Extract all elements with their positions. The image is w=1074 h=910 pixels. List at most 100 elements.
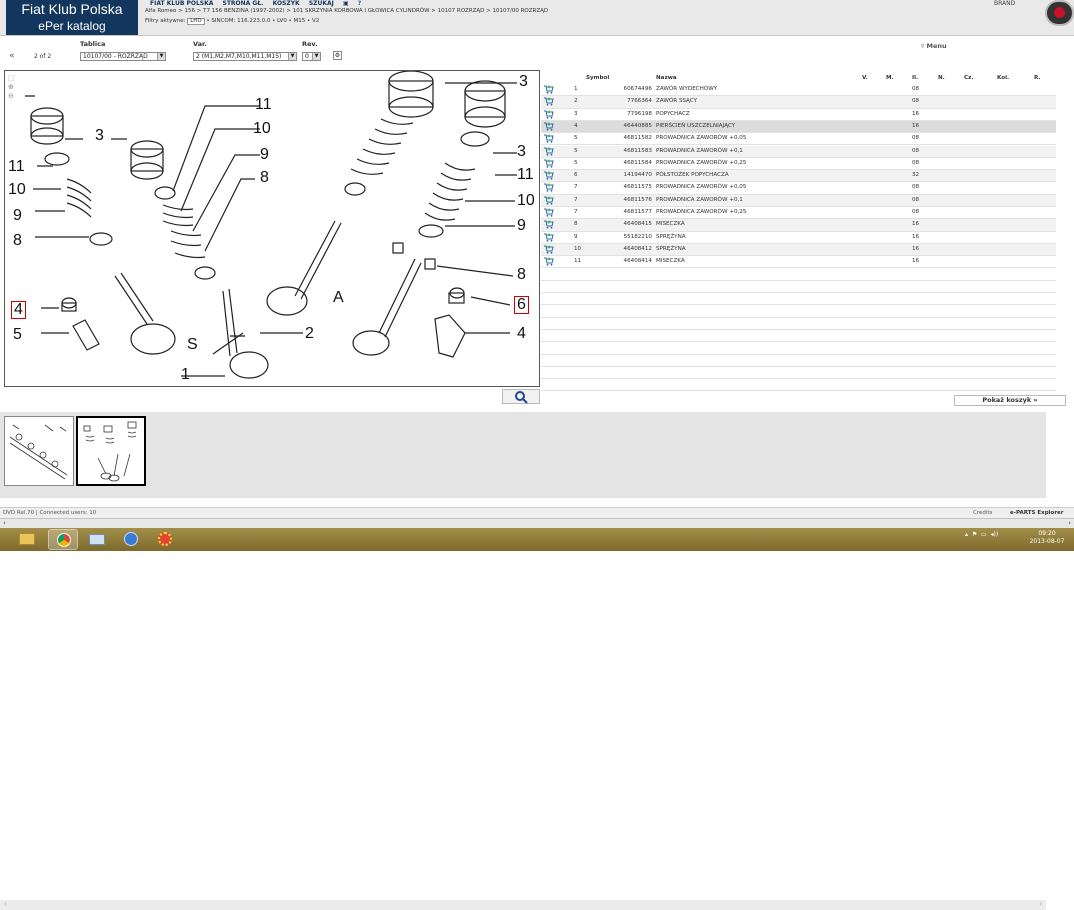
add-to-cart-icon[interactable] xyxy=(544,147,554,156)
file-explorer-icon[interactable] xyxy=(12,529,42,550)
row-part-code[interactable]: 60674496 xyxy=(609,86,652,92)
table-row[interactable]: 3 7796198 POPYCHACZ 16 xyxy=(541,109,1056,121)
table-row[interactable]: 2 7766364 ZAWÓR SSĄCY 08 xyxy=(541,96,1056,109)
row-part-code[interactable]: 46811576 xyxy=(609,197,652,203)
taskbar-clock[interactable]: 09:20 2013-08-07 xyxy=(1024,530,1070,546)
credits-link[interactable]: Credits xyxy=(973,508,992,518)
table-row[interactable]: 10 46408412 SPRĘŻYNA 16 xyxy=(541,243,1056,257)
table-row[interactable]: 5 46811584 PROWADNICA ZAWORÓW +0,25 08 xyxy=(541,158,1056,171)
callout-label[interactable]: 8 xyxy=(13,232,22,250)
network-globe-icon[interactable] xyxy=(116,529,146,550)
add-to-cart-icon[interactable] xyxy=(544,85,554,94)
tablica-select[interactable]: 10107/00 - ROZRZĄD ▼ xyxy=(80,52,166,61)
scroll-right-icon[interactable]: › xyxy=(1039,900,1042,908)
row-part-code[interactable]: 46811584 xyxy=(609,160,652,166)
callout-label[interactable]: 10 xyxy=(8,181,26,199)
col-name-header[interactable]: Nazwa xyxy=(656,75,677,81)
callout-label[interactable]: 9 xyxy=(260,146,269,164)
table-row[interactable]: 6 14194470 PÓŁSTOŻEK POPYCHACZA 32 xyxy=(541,170,1056,183)
table-row[interactable]: 8 46408415 MISECZKA 16 xyxy=(541,219,1056,232)
row-part-code[interactable]: 46408412 xyxy=(609,246,652,252)
callout-label[interactable]: 10 xyxy=(517,192,535,210)
callout-label[interactable]: 5 xyxy=(13,326,22,344)
add-to-cart-icon[interactable] xyxy=(544,245,554,254)
col-v-header[interactable]: V. xyxy=(862,75,868,81)
rev-select[interactable]: 0 ▼ xyxy=(302,52,321,61)
col-kol-header[interactable]: Kol. xyxy=(997,75,1009,81)
prev-page-button[interactable]: « xyxy=(9,51,15,61)
nav-search-link[interactable]: SZUKAJ xyxy=(309,0,334,7)
callout-label[interactable]: 2 xyxy=(305,325,314,343)
add-to-cart-icon[interactable] xyxy=(544,220,554,229)
page-horizontal-scrollbar[interactable]: ‹ › xyxy=(0,518,1074,528)
scroll-left-icon[interactable]: ‹ xyxy=(3,519,6,527)
table-row[interactable]: 11 46408414 MISECZKA 16 xyxy=(541,256,1056,269)
table-row[interactable]: 7 46811577 PROWADNICA ZAWORÓW +0,25 08 xyxy=(541,207,1056,220)
var-select[interactable]: 2 (M1,M2,M7,M10,M11,M15) ▼ xyxy=(193,52,297,61)
breadcrumb[interactable]: Alfa Romeo > 156 > T7 156 BENZINA (1997-… xyxy=(145,8,548,15)
help-icon[interactable]: ? xyxy=(358,0,361,7)
add-to-cart-icon[interactable] xyxy=(544,233,554,242)
col-n-header[interactable]: N. xyxy=(938,75,945,81)
callout-label[interactable]: 3 xyxy=(517,143,526,161)
table-row[interactable]: 1 60674496 ZAWÓR WYDECHOWY 08 xyxy=(541,84,1056,97)
callout-label[interactable]: 8 xyxy=(517,266,526,284)
thumbnail-scrollbar[interactable]: ‹ › xyxy=(0,900,1046,910)
table-row[interactable]: 9 55182210 SPRĘŻYNA 16 xyxy=(541,232,1056,244)
add-to-cart-icon[interactable] xyxy=(544,122,554,131)
add-to-cart-icon[interactable] xyxy=(544,257,554,266)
row-part-code[interactable]: 14194470 xyxy=(609,172,652,178)
row-part-code[interactable]: 7796198 xyxy=(609,111,652,117)
image-viewer-icon[interactable] xyxy=(82,529,112,550)
callout-label[interactable]: 9 xyxy=(13,207,22,225)
row-part-code[interactable]: 46811582 xyxy=(609,135,652,141)
system-tray[interactable]: ▴ ⚑ ▭ ◂)) xyxy=(965,531,998,538)
row-part-code[interactable]: 46408415 xyxy=(609,221,652,227)
callout-label-highlighted[interactable]: 6 xyxy=(514,296,529,314)
chevron-down-icon[interactable]: ▼ xyxy=(157,53,165,60)
table-row[interactable]: 5 46811582 PROWADNICA ZAWORÓW +0,05 08 xyxy=(541,133,1056,146)
callout-label[interactable]: 4 xyxy=(517,325,526,343)
callout-label[interactable]: 3 xyxy=(519,73,528,91)
row-part-code[interactable]: 46440885 xyxy=(609,123,652,129)
col-m-header[interactable]: M. xyxy=(886,75,894,81)
scroll-left-icon[interactable]: ‹ xyxy=(4,900,7,908)
nav-home-link[interactable]: FIAT KLUB POLSKA xyxy=(150,0,213,7)
table-row[interactable]: 4 46440885 PIERŚCIEŃ USZCZELNIAJĄCY 16 xyxy=(541,120,1056,134)
table-row[interactable]: 7 46811576 PROWADNICA ZAWORÓW +0,1 08 xyxy=(541,194,1056,207)
row-part-code[interactable]: 7766364 xyxy=(609,98,652,104)
row-part-code[interactable]: 55182210 xyxy=(609,234,652,240)
callout-label[interactable]: 3 xyxy=(95,127,104,145)
callout-label[interactable]: 11 xyxy=(517,166,534,184)
callout-label[interactable]: 1 xyxy=(181,366,190,384)
table-row[interactable]: 5 46811583 PROWADNICA ZAWORÓW +0,1 08 xyxy=(541,145,1056,158)
menu-toggle[interactable]: ▿ Menu xyxy=(921,42,947,50)
col-qty-header[interactable]: Il. xyxy=(912,75,918,81)
scroll-right-icon[interactable]: › xyxy=(1068,519,1071,527)
callout-label[interactable]: 10 xyxy=(253,120,271,138)
chevron-down-icon[interactable]: ▼ xyxy=(288,53,296,60)
chevron-down-icon[interactable]: ▼ xyxy=(312,53,320,60)
row-part-code[interactable]: 46811583 xyxy=(609,148,652,154)
exploded-parts-diagram[interactable]: ⬚ ⊕ ⊖ 3 11 10 9 8 4 5 3 11 10 9 8 S 1 A … xyxy=(4,70,540,387)
add-to-cart-icon[interactable] xyxy=(544,97,554,106)
chrome-icon[interactable] xyxy=(48,529,78,550)
print-icon[interactable]: ▣ xyxy=(343,0,349,7)
filter-icon[interactable]: ⚙ xyxy=(333,51,342,60)
nav-main-link[interactable]: STRONA GŁ. xyxy=(223,0,264,7)
callout-label[interactable]: 11 xyxy=(255,96,272,114)
callout-label[interactable]: 11 xyxy=(8,158,25,176)
add-to-cart-icon[interactable] xyxy=(544,208,554,217)
callout-label-highlighted[interactable]: 4 xyxy=(11,301,26,319)
row-part-code[interactable]: 46408414 xyxy=(609,258,652,264)
add-to-cart-icon[interactable] xyxy=(544,159,554,168)
search-button[interactable] xyxy=(502,389,540,404)
row-part-code[interactable]: 46811577 xyxy=(609,209,652,215)
filter-lhd-select[interactable]: LHD xyxy=(187,18,205,25)
callout-label[interactable]: 9 xyxy=(517,217,526,235)
add-to-cart-icon[interactable] xyxy=(544,134,554,143)
add-to-cart-icon[interactable] xyxy=(544,110,554,119)
col-cz-header[interactable]: Cz. xyxy=(964,75,974,81)
site-logo[interactable]: Fiat Klub Polska ePer katalog xyxy=(6,0,138,35)
sun-app-icon[interactable] xyxy=(150,529,180,550)
